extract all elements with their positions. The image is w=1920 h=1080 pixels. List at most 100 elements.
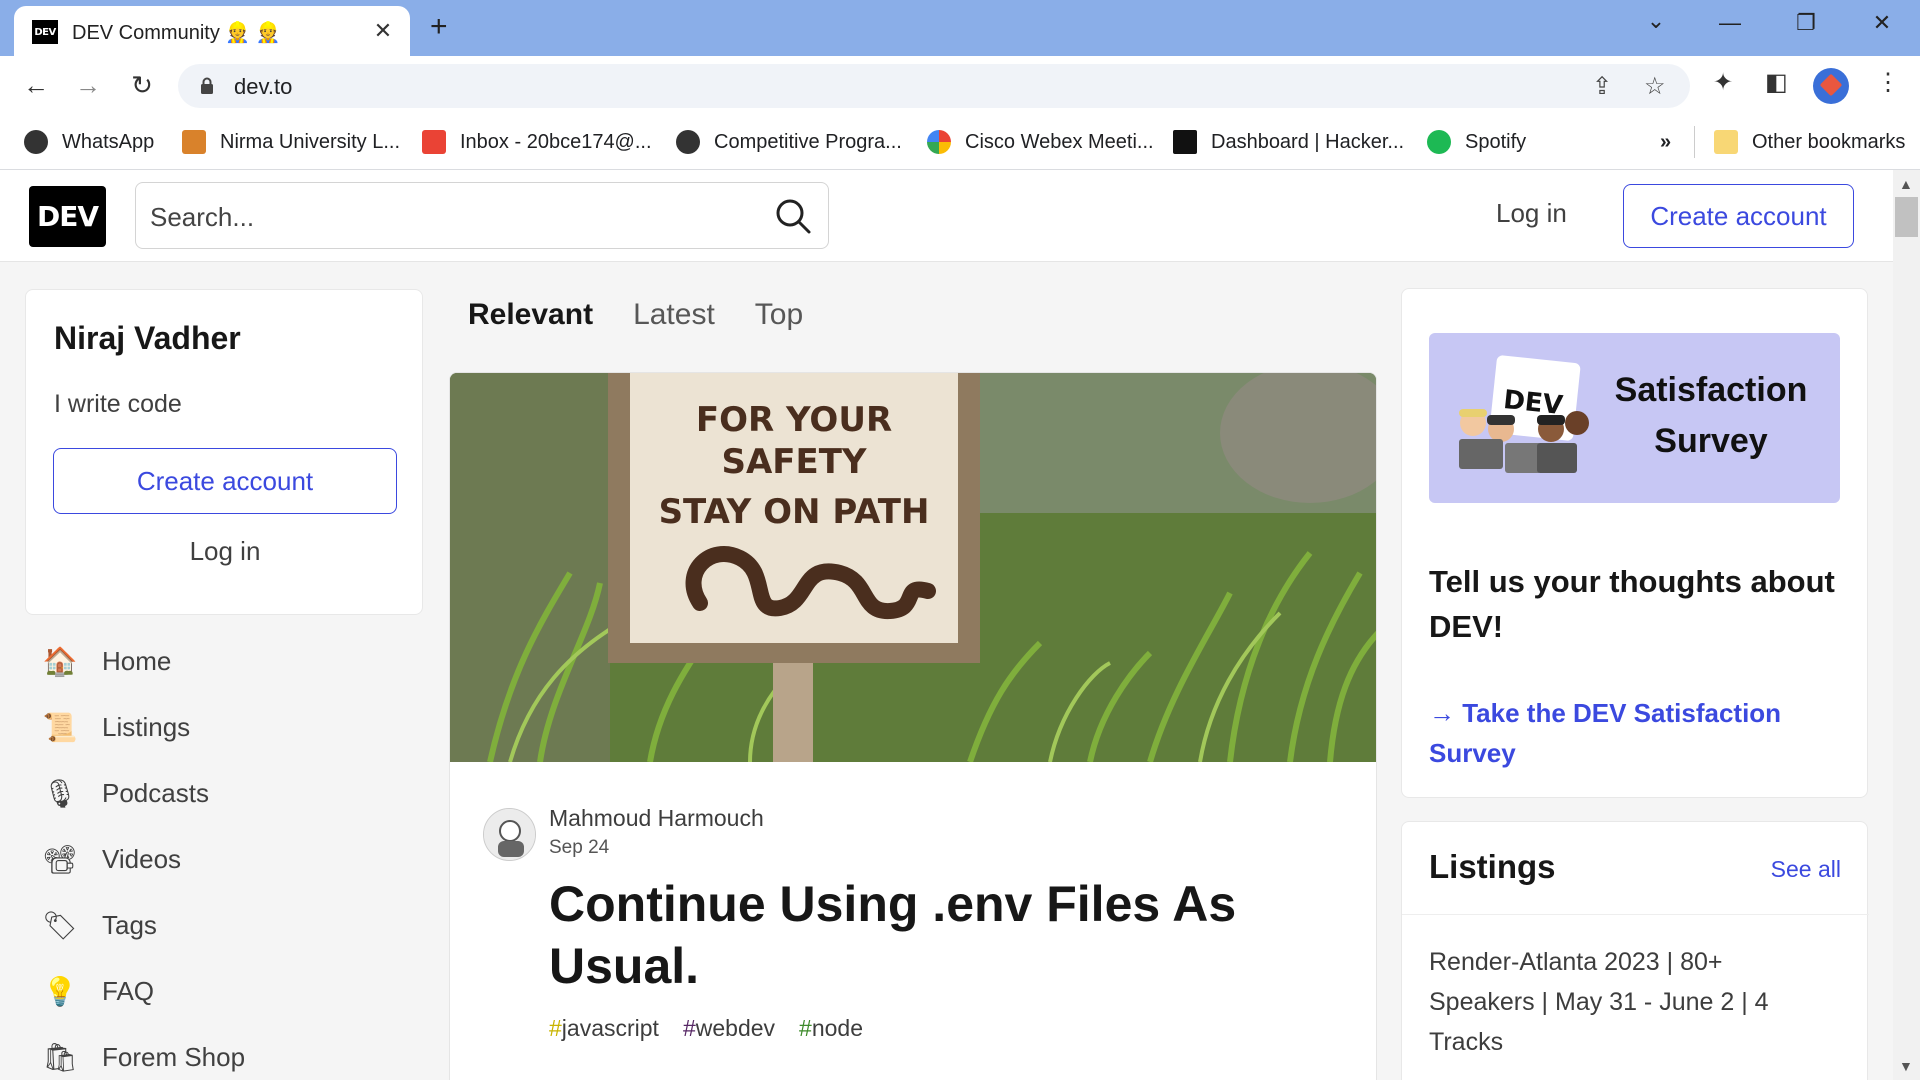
shopping-bag-icon: 🛍 — [42, 1041, 78, 1073]
search-placeholder: Search... — [150, 202, 255, 232]
post-title[interactable]: Continue Using .env Files As Usual. — [549, 873, 1329, 997]
sidebar-item-faq[interactable]: 💡 FAQ — [38, 958, 418, 1024]
author-avatar[interactable] — [483, 808, 536, 861]
article-cover-image[interactable]: FOR YOUR SAFETY STAY ON PATH — [450, 373, 1377, 762]
bookmark-competitive[interactable]: Competitive Progra... — [676, 128, 902, 156]
sidebar-item-listings[interactable]: 📜 Listings — [38, 694, 418, 760]
page-viewport: DEV Search... Log in Create account Nira… — [0, 170, 1893, 1080]
browser-tab-strip: DEV DEV Community 👷 👷 ✕ + ⌄ — ❐ ✕ — [0, 0, 1920, 56]
sidebar-item-videos[interactable]: 📽 Videos — [38, 826, 418, 892]
tag-javascript[interactable]: #javascript — [549, 1015, 659, 1042]
profile-avatar[interactable] — [1813, 68, 1849, 104]
sign-line-3: STAY ON PATH — [659, 492, 930, 532]
browser-tab-active[interactable]: DEV DEV Community 👷 👷 ✕ — [14, 6, 410, 56]
search-input[interactable]: Search... — [135, 182, 829, 249]
scroll-down-arrow-icon[interactable]: ▼ — [1899, 1058, 1913, 1074]
sidebar-item-label: Home — [102, 645, 172, 676]
article-card[interactable]: FOR YOUR SAFETY STAY ON PATH Mahmoud Har… — [449, 372, 1377, 1080]
gmail-icon — [422, 130, 446, 154]
sidebar-nav: 🏠 Home 📜 Listings 🎙 Podcasts 📽 Videos 🏷 … — [38, 628, 418, 1080]
sidebar-item-tags[interactable]: 🏷 Tags — [38, 892, 418, 958]
profile-name: Niraj Vadher — [54, 320, 241, 356]
header-login-link[interactable]: Log in — [1488, 194, 1575, 233]
tab-search-chevron-icon[interactable]: ⌄ — [1636, 8, 1676, 34]
address-bar[interactable]: dev.to ⇪ ☆ — [178, 64, 1690, 108]
globe-icon — [24, 130, 48, 154]
video-camera-icon: 📽 — [42, 843, 78, 875]
home-icon: 🏠 — [42, 645, 78, 677]
survey-banner[interactable]: DEV Satisfaction Survey — [1429, 333, 1840, 503]
bookmark-spotify[interactable]: Spotify — [1427, 128, 1526, 156]
forward-arrow-icon[interactable]: → — [71, 68, 105, 102]
dev-logo[interactable]: DEV — [29, 186, 106, 247]
sidebar-create-account-button[interactable]: Create account — [53, 448, 397, 514]
minimize-icon[interactable]: — — [1710, 10, 1750, 36]
search-icon[interactable] — [774, 197, 812, 235]
tag-label: node — [811, 1015, 863, 1041]
listing-item[interactable]: Render-Atlanta 2023 | 80+ Speakers | May… — [1429, 942, 1829, 1062]
tag-webdev[interactable]: #webdev — [683, 1015, 775, 1042]
survey-question: Tell us your thoughts about DEV! — [1429, 564, 1835, 644]
folder-icon — [1714, 130, 1738, 154]
bookmark-gmail[interactable]: Inbox - 20bce174@... — [422, 128, 652, 156]
bookmark-label: Competitive Progra... — [714, 130, 902, 153]
tab-latest[interactable]: Latest — [633, 298, 715, 332]
tab-close-icon[interactable]: ✕ — [370, 18, 396, 44]
see-all-link[interactable]: See all — [1771, 856, 1841, 883]
reload-icon[interactable]: ↻ — [125, 68, 159, 102]
sidebar-item-label: Forem Shop — [102, 1041, 246, 1072]
bookmark-label: Nirma University L... — [220, 130, 401, 153]
tag-icon: 🏷 — [42, 909, 78, 941]
sidebar-login-link[interactable]: Log in — [53, 526, 397, 576]
header-create-account-button[interactable]: Create account — [1623, 184, 1854, 248]
sidebar-item-label: Tags — [102, 909, 157, 940]
bookmark-whatsapp[interactable]: WhatsApp — [24, 128, 154, 156]
survey-banner-title: Satisfaction Survey — [1614, 371, 1808, 460]
bookmark-hackerrank[interactable]: Dashboard | Hacker... — [1173, 128, 1404, 156]
bookmark-label: WhatsApp — [62, 130, 155, 153]
sidebar-item-podcasts[interactable]: 🎙 Podcasts — [38, 760, 418, 826]
lock-icon — [201, 77, 213, 94]
bookmark-nirma[interactable]: Nirma University L... — [182, 128, 400, 156]
nirma-icon — [182, 130, 206, 154]
listings-card: Listings See all Render-Atlanta 2023 | 8… — [1401, 821, 1869, 1080]
other-bookmarks[interactable]: Other bookmarks — [1714, 128, 1905, 156]
window-close-icon[interactable]: ✕ — [1862, 10, 1902, 36]
tag-hash: # — [799, 1015, 812, 1041]
lightbulb-icon: 💡 — [42, 975, 78, 1007]
sidebar-item-home[interactable]: 🏠 Home — [38, 628, 418, 694]
tag-hash: # — [682, 1015, 696, 1041]
scrollbar-thumb[interactable] — [1895, 197, 1918, 237]
tab-title: DEV Community 👷 👷 — [72, 22, 281, 44]
sign-line-1: FOR YOUR — [696, 400, 892, 440]
extensions-puzzle-icon[interactable]: ✦ — [1713, 68, 1733, 97]
share-icon[interactable]: ⇪ — [1592, 72, 1612, 101]
bookmark-webex[interactable]: Cisco Webex Meeti... — [927, 128, 1154, 156]
page-scrollbar[interactable]: ▲ ▼ — [1893, 170, 1920, 1080]
tag-hash: # — [549, 1015, 562, 1041]
new-tab-plus-icon[interactable]: + — [430, 12, 448, 42]
tag-node[interactable]: #node — [799, 1015, 863, 1042]
scroll-up-arrow-icon[interactable]: ▲ — [1899, 176, 1913, 192]
listings-icon: 📜 — [42, 711, 78, 743]
restore-icon[interactable]: ❐ — [1786, 10, 1826, 36]
post-date: Sep 24 — [549, 837, 610, 858]
bookmarks-overflow-chevron-icon[interactable]: » — [1660, 128, 1671, 156]
bookmark-star-icon[interactable]: ☆ — [1644, 72, 1666, 101]
sidebar-item-label: Listings — [102, 711, 191, 742]
take-survey-link[interactable]: → Take the DEV Satisfaction Survey — [1429, 693, 1829, 773]
tab-relevant[interactable]: Relevant — [468, 298, 593, 332]
profile-bio: I write code — [54, 390, 182, 418]
sign-line-2: SAFETY — [721, 442, 866, 482]
author-name[interactable]: Mahmoud Harmouch — [549, 805, 764, 832]
menu-kebab-icon[interactable]: ⋮ — [1876, 68, 1900, 97]
bookmarks-bar: WhatsApp Nirma University L... Inbox - 2… — [0, 114, 1920, 170]
feed-tabs: Relevant Latest Top — [468, 298, 843, 332]
sidebar-item-forem-shop[interactable]: 🛍 Forem Shop — [38, 1024, 418, 1080]
url-text: dev.to — [234, 74, 293, 99]
spotify-icon — [1427, 130, 1451, 154]
sidebar-item-label: Podcasts — [102, 777, 209, 808]
back-arrow-icon[interactable]: ← — [19, 68, 53, 102]
side-panel-icon[interactable]: ◧ — [1765, 68, 1788, 97]
tab-top[interactable]: Top — [755, 298, 803, 332]
